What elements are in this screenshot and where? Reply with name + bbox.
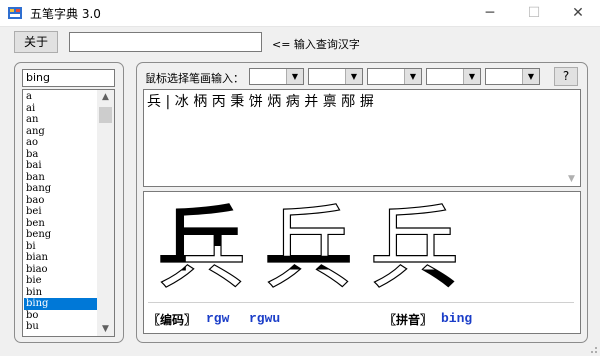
lookup-hint: <= 输入查询汉字 — [272, 38, 360, 51]
list-item[interactable]: bang — [24, 183, 98, 195]
list-item[interactable]: bei — [24, 206, 98, 218]
chevron-down-icon: ▼ — [404, 69, 421, 84]
stroke-select-5[interactable]: ▼ — [485, 68, 540, 85]
pinyin-search-input[interactable]: bing — [22, 69, 115, 87]
pinyin-value: bing — [441, 311, 473, 326]
stroke-select-3[interactable]: ▼ — [367, 68, 422, 85]
window-title: 五笔字典 3.0 — [30, 7, 101, 21]
help-button[interactable]: ? — [554, 67, 578, 86]
wubi-code-2: rgwu — [249, 311, 281, 326]
list-item[interactable]: an — [24, 114, 98, 126]
title-bar: 五笔字典 3.0 ─ ☐ ✕ — [0, 0, 600, 27]
scroll-thumb[interactable] — [99, 107, 112, 123]
scroll-down-icon[interactable]: ▼ — [97, 322, 114, 336]
wubi-code-label: 〖编码〗 — [148, 313, 197, 327]
chevron-down-icon: ▼ — [522, 69, 539, 84]
list-item[interactable]: a — [24, 91, 98, 103]
close-button[interactable]: ✕ — [556, 0, 600, 27]
list-item[interactable]: bai — [24, 160, 98, 172]
stroke-glyph-3: 兵 兵 — [369, 196, 460, 293]
list-item[interactable]: beng — [24, 229, 98, 241]
stroke-glyph-1: 兵 兵 — [156, 196, 247, 293]
stroke-input-label: 鼠标选择笔画输入： — [145, 72, 244, 85]
maximize-button: ☐ — [527, 5, 541, 21]
list-item[interactable]: ban — [24, 172, 98, 184]
application-window: 五笔字典 3.0 ─ ☐ ✕ 关于 <= 输入查询汉字 bing a ai an an… — [0, 0, 600, 356]
list-item[interactable]: bie — [24, 275, 98, 287]
app-icon — [8, 7, 22, 19]
wubi-code-1: rgw — [206, 311, 230, 326]
list-item[interactable]: bo — [24, 310, 98, 322]
resize-grip-icon[interactable] — [588, 344, 598, 354]
list-item[interactable]: ba — [24, 149, 98, 161]
scroll-up-icon[interactable]: ▲ — [97, 90, 114, 104]
pinyin-label: 〖拼音〗 — [384, 313, 433, 327]
list-item[interactable]: bu — [24, 321, 98, 333]
chevron-down-icon: ▼ — [463, 69, 480, 84]
glyph-outline: 兵 — [263, 196, 353, 293]
chars-scrollbar[interactable]: ▼ — [563, 90, 580, 186]
list-item[interactable]: bing — [24, 298, 98, 310]
about-button[interactable]: 关于 — [14, 31, 58, 53]
stroke-glyph-2: 兵 兵 — [263, 196, 354, 293]
stroke-order-display: 兵 兵 兵 兵 兵 兵 〖编码〗 rgw rgwu 〖拼音〗 bing — [143, 191, 581, 334]
list-item[interactable]: ai — [24, 103, 98, 115]
list-item[interactable]: ben — [24, 218, 98, 230]
list-item[interactable]: ao — [24, 137, 98, 149]
chevron-down-icon: ▼ — [286, 69, 303, 84]
list-item[interactable]: ang — [24, 126, 98, 138]
stroke-select-2[interactable]: ▼ — [308, 68, 363, 85]
pinyin-list-scrollbar[interactable]: ▲ ▼ — [97, 90, 114, 336]
chevron-down-icon: ▼ — [345, 69, 362, 84]
list-item[interactable]: bi — [24, 241, 98, 253]
matching-characters: 兵|冰柄丙秉饼炳病并禀邴摒 — [147, 94, 379, 110]
stroke-select-1[interactable]: ▼ — [249, 68, 304, 85]
list-item[interactable]: bin — [24, 287, 98, 299]
list-item[interactable]: bian — [24, 252, 98, 264]
list-item[interactable]: bao — [24, 195, 98, 207]
matching-characters-box[interactable]: 兵|冰柄丙秉饼炳病并禀邴摒 ▼ — [143, 89, 581, 187]
stroke-select-4[interactable]: ▼ — [426, 68, 481, 85]
pinyin-list[interactable]: a ai an ang ao ba bai ban bang bao bei ben beng bi bia… — [22, 89, 115, 337]
separator — [148, 302, 574, 303]
minimize-button[interactable]: ─ — [468, 0, 512, 27]
pinyin-list-items: a ai an ang ao ba bai ban bang bao bei ben beng bi bia… — [24, 91, 98, 333]
lookup-input[interactable] — [69, 32, 262, 52]
list-item[interactable]: biao — [24, 264, 98, 276]
scroll-down-icon[interactable]: ▼ — [563, 172, 580, 186]
